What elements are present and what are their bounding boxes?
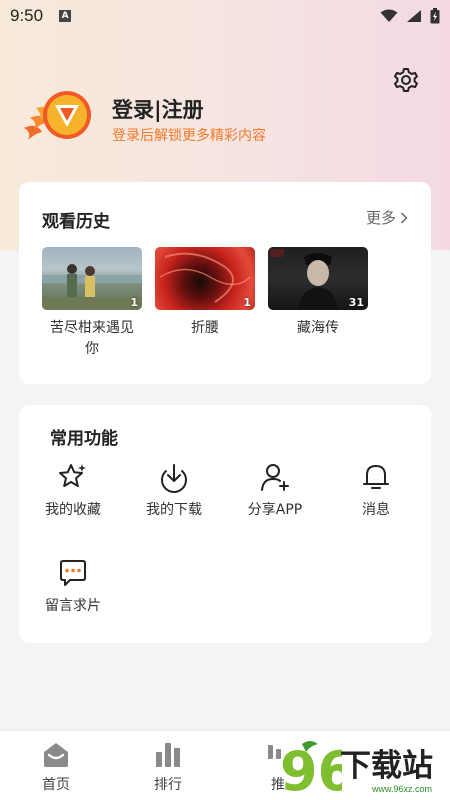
history-title: 观看历史: [42, 212, 110, 232]
home-icon: [44, 743, 68, 767]
function-label: 分享APP: [247, 502, 303, 518]
watermark: 96 下载站 www.96xz.com: [280, 738, 450, 800]
ranking-icon: [156, 743, 180, 767]
download-icon: [161, 464, 187, 493]
message-icon: [60, 560, 86, 586]
nav-home[interactable]: 首页: [16, 739, 96, 794]
app-logo: [24, 91, 91, 140]
history-item-title: 苦尽柑来遇见你: [50, 320, 134, 357]
history-item[interactable]: 1 苦尽柑来遇见你: [42, 247, 142, 360]
svg-text:96: 96: [280, 740, 342, 798]
battery-icon: [430, 8, 440, 24]
messages-button[interactable]: 消息: [336, 461, 416, 519]
request-movie-button[interactable]: 留言求片: [33, 557, 113, 615]
share-user-icon: [261, 464, 289, 491]
common-functions-card: 常用功能 我的收藏 我的下载 分享APP 消息 留言求片: [19, 405, 431, 643]
chevron-right-icon: [400, 211, 408, 224]
gear-icon[interactable]: [392, 66, 420, 94]
bell-icon: [363, 465, 389, 489]
history-item[interactable]: 31 藏海传: [268, 247, 368, 339]
history-item-title: 藏海传: [297, 320, 339, 336]
history-thumbnail: 1: [42, 247, 142, 310]
login-register-link[interactable]: 登录|注册: [112, 94, 204, 124]
favorites-button[interactable]: 我的收藏: [33, 461, 113, 519]
watch-history-card: 观看历史 更多 1 苦尽柑来遇见你 1 折腰 31 藏海传: [19, 182, 431, 384]
nav-ranking[interactable]: 排行: [128, 739, 208, 794]
history-more-link[interactable]: 更多: [366, 207, 408, 228]
more-label: 更多: [365, 209, 396, 227]
function-label: 我的下载: [146, 502, 202, 518]
nav-label: 首页: [42, 777, 70, 793]
signal-icon: [407, 10, 421, 22]
share-app-button[interactable]: 分享APP: [235, 461, 315, 519]
watermark-logo: 96: [280, 740, 342, 798]
functions-title: 常用功能: [50, 429, 118, 449]
episode-count: 1: [130, 296, 138, 309]
history-item[interactable]: 1 折腰: [155, 247, 255, 339]
watermark-url: www.96xz.com: [372, 784, 433, 794]
wifi-icon: [380, 9, 398, 22]
status-bar: 9:50 A: [0, 0, 450, 32]
function-label: 留言求片: [45, 598, 101, 614]
star-icon: [59, 464, 86, 487]
history-thumbnail: 31: [268, 247, 368, 310]
history-thumbnail: 1: [155, 247, 255, 310]
episode-count: 31: [348, 296, 364, 309]
downloads-button[interactable]: 我的下载: [134, 461, 214, 519]
status-time: 9:50: [10, 6, 44, 25]
nav-label: 排行: [154, 777, 182, 793]
history-item-title: 折腰: [191, 320, 219, 336]
function-label: 消息: [362, 502, 390, 518]
watermark-text: 下载站: [340, 748, 433, 784]
login-subtitle: 登录后解锁更多精彩内容: [112, 128, 266, 144]
function-label: 我的收藏: [45, 502, 101, 518]
episode-count: 1: [243, 296, 251, 309]
notification-icon: A: [59, 10, 72, 22]
